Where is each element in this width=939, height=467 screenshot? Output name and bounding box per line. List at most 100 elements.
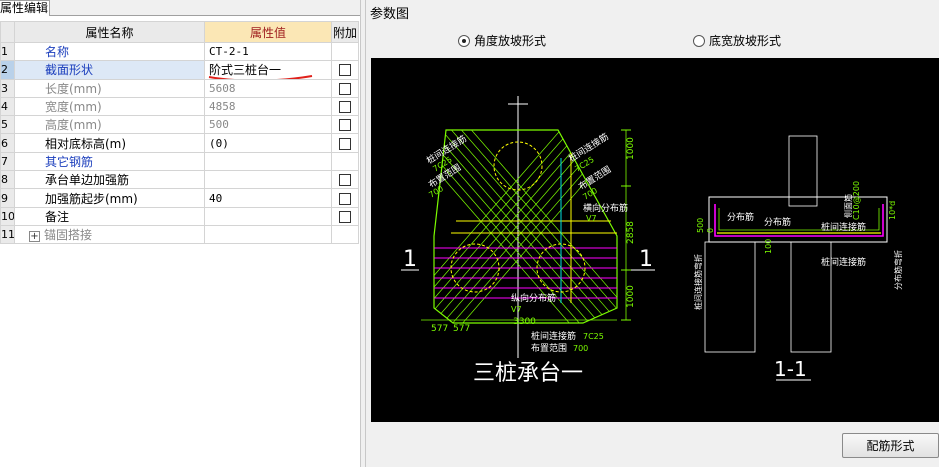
label-v7-bottom: V7 — [511, 305, 522, 314]
attach-checkbox[interactable] — [339, 137, 351, 150]
label-bar-spec-bottom: 7C25 — [583, 332, 604, 341]
property-value[interactable]: CT-2-1 — [204, 41, 332, 62]
table-row[interactable]: 3 长度(mm) 5608 — [0, 78, 359, 98]
property-value[interactable]: 40 — [204, 188, 332, 208]
row-number: 7 — [0, 151, 15, 172]
section-view: 分布筋 分布筋 桩间连接筋 桩间连接筋 500 0 100 侧面筋 C10@20… — [693, 135, 903, 381]
dim-bottom: 1000 — [626, 285, 636, 308]
plan-view: 1 1 1000 2858 1000 577 577 3300 桩间连接筋 7C… — [401, 96, 655, 386]
table-row-selected[interactable]: 2 截面形状 阶式三桩台一 — [0, 60, 359, 80]
property-value[interactable] — [204, 151, 332, 172]
property-table: 属性名称 属性值 附加 1 名称 CT-2-1 2 截面形状 阶式三桩台一 3 … — [0, 21, 359, 245]
row-number: 6 — [0, 133, 15, 153]
attach-checkbox[interactable] — [339, 192, 351, 205]
attach-checkbox[interactable] — [339, 64, 351, 77]
header-property-value[interactable]: 属性值 — [204, 21, 332, 43]
attach-checkbox[interactable] — [339, 119, 351, 132]
label-tie-bar-section: 桩间连接筋 — [821, 221, 866, 233]
dim-mid: 2858 — [626, 221, 636, 244]
label-dist-bar-1: 分布筋 — [727, 211, 754, 223]
label-tie-bar-bottom: 桩间连接筋 — [531, 330, 576, 342]
section-mark-right: 1 — [639, 247, 653, 272]
table-row[interactable]: 5 高度(mm) 500 — [0, 115, 359, 135]
table-row[interactable]: 7 其它钢筋 — [0, 151, 359, 172]
label-side-left: 桩间连接筋弯折 — [693, 254, 703, 310]
extra-cell — [331, 41, 359, 62]
label-side-right: 分布筋弯折 — [893, 250, 903, 290]
attach-checkbox[interactable] — [339, 101, 351, 114]
property-name[interactable]: 加强筋起步(mm) — [14, 188, 205, 208]
property-value[interactable]: 5608 — [204, 78, 332, 98]
radio-width-slope[interactable]: 底宽放坡形式 — [693, 32, 781, 49]
property-name[interactable]: 高度(mm) — [14, 115, 205, 135]
row-number: 11 — [0, 224, 15, 245]
property-name[interactable]: 长度(mm) — [14, 78, 205, 98]
row-number: 10 — [0, 206, 15, 226]
section-title: 1-1 — [774, 357, 807, 381]
table-row[interactable]: 6 相对底标高(m) (0) — [0, 133, 359, 153]
property-name[interactable]: 名称 — [14, 41, 205, 62]
radio-selected-icon[interactable] — [458, 34, 470, 47]
property-value[interactable]: (0) — [204, 133, 332, 153]
slope-form-radio-group: 角度放坡形式 底宽放坡形式 — [366, 32, 939, 52]
property-name[interactable]: 承台单边加强筋 — [14, 170, 205, 190]
property-value[interactable] — [204, 224, 332, 245]
red-underline-annotation — [208, 75, 313, 79]
row-number: 5 — [0, 115, 15, 135]
table-header: 属性名称 属性值 附加 — [0, 21, 359, 43]
dim-577-b: 577 — [453, 324, 470, 334]
property-editor-panel: 属性编辑 属性名称 属性值 附加 1 名称 CT-2-1 2 截面形状 阶式三桩… — [0, 0, 360, 467]
label-range-value-bottom: 700 — [573, 344, 588, 353]
table-row[interactable]: 10 备注 — [0, 206, 359, 226]
drawing-canvas: 1 1 1000 2858 1000 577 577 3300 桩间连接筋 7C… — [371, 58, 939, 422]
header-extra[interactable]: 附加 — [331, 21, 359, 43]
header-property-name[interactable]: 属性名称 — [14, 21, 205, 43]
pile-cap-drawing: 1 1 1000 2858 1000 577 577 3300 桩间连接筋 7C… — [401, 96, 903, 386]
rebar-config-button[interactable]: 配筋形式 — [842, 433, 939, 458]
property-name[interactable]: 截面形状 — [14, 60, 205, 80]
row-number: 8 — [0, 170, 15, 190]
label-v7-top: V7 — [586, 214, 597, 223]
header-corner — [0, 21, 15, 43]
dim-100-section: 100 — [764, 239, 773, 254]
dim-500-section: 500 — [696, 218, 705, 233]
label-tie-bar-under: 桩间连接筋 — [821, 256, 866, 268]
property-group-name[interactable]: 其它钢筋 — [14, 151, 205, 172]
property-value[interactable] — [204, 206, 332, 226]
attach-checkbox[interactable] — [339, 82, 351, 95]
plan-title: 三桩承台一 — [473, 361, 583, 386]
radio-unselected-icon[interactable] — [693, 34, 705, 47]
table-row[interactable]: 9 加强筋起步(mm) 40 — [0, 188, 359, 208]
property-name[interactable]: 相对底标高(m) — [14, 133, 205, 153]
parameter-diagram-panel: 参数图 角度放坡形式 底宽放坡形式 1 1 1000 2858 1000 577… — [365, 0, 939, 467]
row-number: 4 — [0, 96, 15, 117]
attach-checkbox[interactable] — [339, 174, 351, 187]
property-value[interactable] — [204, 170, 332, 190]
dim-top: 1000 — [626, 137, 636, 160]
table-row[interactable]: 1 名称 CT-2-1 — [0, 41, 359, 62]
row-number: 1 — [0, 41, 15, 62]
dim-577-a: 577 — [431, 324, 448, 334]
table-row[interactable]: 8 承台单边加强筋 — [0, 170, 359, 190]
dim-3300: 3300 — [513, 317, 536, 327]
expand-plus-icon[interactable]: + — [29, 231, 40, 243]
table-row[interactable]: 11 + 锚固搭接 — [0, 224, 359, 245]
panel-title: 参数图 — [370, 7, 410, 22]
label-longitudinal-bar: 纵向分布筋 — [511, 292, 556, 304]
radio-label: 底宽放坡形式 — [709, 34, 782, 48]
label-range-bottom: 布置范围 — [531, 342, 567, 354]
property-value-cell[interactable]: 阶式三桩台一 — [204, 60, 332, 80]
radio-angle-slope[interactable]: 角度放坡形式 — [458, 32, 546, 49]
property-name[interactable]: 备注 — [14, 206, 205, 226]
property-value[interactable]: 500 — [204, 115, 332, 135]
attach-checkbox[interactable] — [339, 210, 351, 223]
tab-property-edit[interactable]: 属性编辑 — [0, 0, 50, 16]
label-dist-bar-2: 分布筋 — [764, 216, 791, 228]
table-row[interactable]: 4 宽度(mm) 4858 — [0, 96, 359, 117]
property-group-name[interactable]: + 锚固搭接 — [14, 224, 205, 245]
row-number: 9 — [0, 188, 15, 208]
dim-0-section: 0 — [706, 228, 715, 233]
row-number: 2 — [0, 60, 15, 80]
property-value[interactable]: 4858 — [204, 96, 332, 117]
property-name[interactable]: 宽度(mm) — [14, 96, 205, 117]
